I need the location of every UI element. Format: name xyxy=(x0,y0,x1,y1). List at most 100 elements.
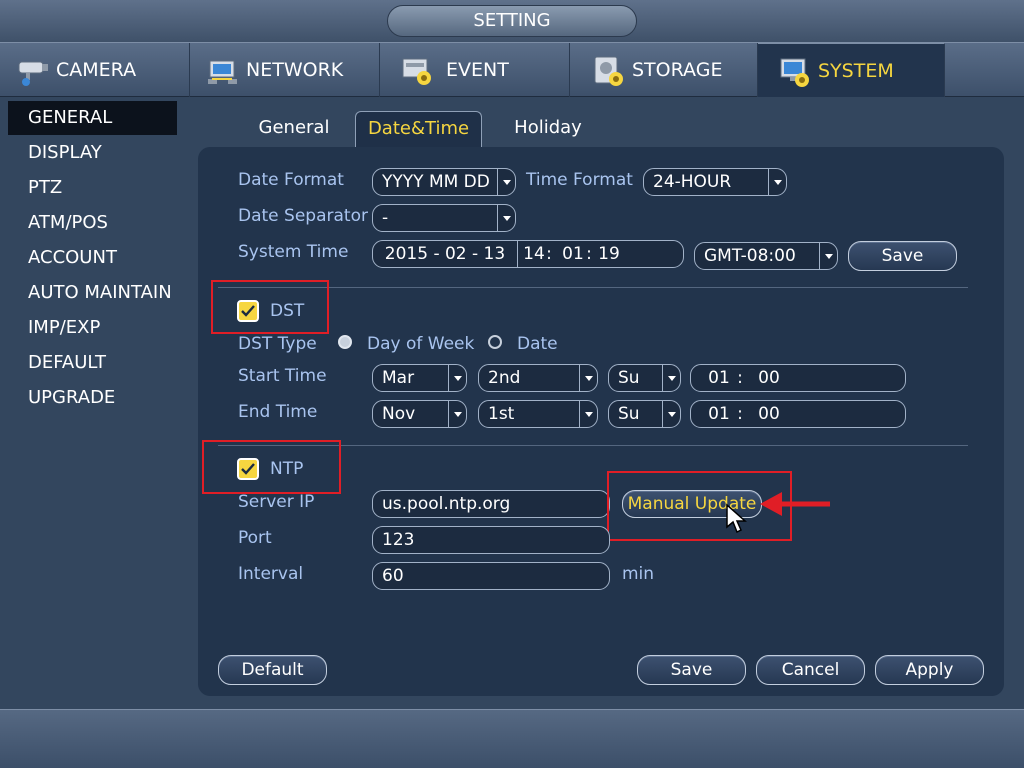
time-colon: : xyxy=(737,404,743,424)
system-time-input[interactable]: 2015 - 02 - 13 14 : 01 : 19 xyxy=(372,240,684,268)
sidebar-item-account[interactable]: ACCOUNT xyxy=(8,241,177,275)
tab-date-time[interactable]: Date&Time xyxy=(355,111,482,147)
end-hour-value: 01 xyxy=(708,404,730,424)
date-format-label: Date Format xyxy=(238,170,344,190)
tab-event-label: EVENT xyxy=(446,59,509,81)
ntp-checkbox[interactable] xyxy=(237,458,259,480)
time-colon: : xyxy=(546,244,552,264)
tab-network-label: NETWORK xyxy=(246,59,344,81)
port-label: Port xyxy=(238,528,272,548)
tab-storage-label: STORAGE xyxy=(632,59,723,81)
sidebar-item-atm-pos[interactable]: ATM/POS xyxy=(8,206,177,240)
sidebar-item-ptz[interactable]: PTZ xyxy=(8,171,177,205)
dst-type-date-radio[interactable] xyxy=(488,335,502,349)
tab-camera-label: CAMERA xyxy=(56,59,137,81)
dst-type-date-label: Date xyxy=(517,334,558,354)
system-date-value: 2015 - 02 - 13 xyxy=(373,241,518,267)
server-ip-input[interactable]: us.pool.ntp.org xyxy=(372,490,610,518)
top-tab-bar: CAMERA NETWORK EVENT STORAGE SYSTEM xyxy=(0,42,1024,97)
time-format-label: Time Format xyxy=(526,170,633,190)
system-time-label: System Time xyxy=(238,242,349,262)
timezone-select[interactable]: GMT-08:00 xyxy=(694,242,838,270)
date-separator-select[interactable]: - xyxy=(372,204,516,232)
sidebar-item-imp-exp[interactable]: IMP/EXP xyxy=(8,311,177,345)
chevron-down-icon xyxy=(662,401,680,427)
bottom-bar xyxy=(0,709,1024,768)
divider xyxy=(218,287,968,288)
end-week-value: 1st xyxy=(488,404,515,424)
checkmark-icon xyxy=(241,463,255,475)
interval-label: Interval xyxy=(238,564,304,584)
sidebar-item-display[interactable]: DISPLAY xyxy=(8,136,177,170)
tab-network[interactable]: NETWORK xyxy=(190,43,380,97)
tab-holiday[interactable]: Holiday xyxy=(500,111,596,147)
date-format-value: YYYY MM DD xyxy=(382,172,490,192)
default-button[interactable]: Default xyxy=(218,655,327,685)
interval-value: 60 xyxy=(382,566,404,586)
save-button[interactable]: Save xyxy=(637,655,746,685)
tab-camera[interactable]: CAMERA xyxy=(0,43,190,97)
date-format-select[interactable]: YYYY MM DD xyxy=(372,168,516,196)
end-time-label: End Time xyxy=(238,402,318,422)
chevron-down-icon xyxy=(662,365,680,391)
time-format-select[interactable]: 24-HOUR xyxy=(643,168,787,196)
sidebar-item-default[interactable]: DEFAULT xyxy=(8,346,177,380)
start-week-select[interactable]: 2nd xyxy=(478,364,598,392)
end-month-value: Nov xyxy=(382,404,416,424)
tab-storage[interactable]: STORAGE xyxy=(570,43,758,97)
date-separator-value: - xyxy=(382,208,389,228)
apply-button[interactable]: Apply xyxy=(875,655,984,685)
tab-system-label: SYSTEM xyxy=(818,59,894,82)
sidebar: GENERAL DISPLAY PTZ ATM/POS ACCOUNT AUTO… xyxy=(0,97,190,709)
tab-system[interactable]: SYSTEM xyxy=(758,43,945,97)
checkmark-icon xyxy=(241,305,255,317)
end-minute-value: 00 xyxy=(758,404,780,424)
chevron-down-icon xyxy=(448,401,466,427)
camera-icon xyxy=(16,53,50,87)
start-month-value: Mar xyxy=(382,368,415,388)
title-bar: SETTING xyxy=(0,0,1024,42)
end-time-input[interactable]: 01 : 00 xyxy=(690,400,906,428)
chevron-down-icon xyxy=(579,401,597,427)
server-ip-value: us.pool.ntp.org xyxy=(382,494,511,514)
sidebar-item-auto-maintain[interactable]: AUTO MAINTAIN xyxy=(8,276,177,310)
system-time-save-button[interactable]: Save xyxy=(848,241,957,271)
start-month-select[interactable]: Mar xyxy=(372,364,467,392)
end-month-select[interactable]: Nov xyxy=(372,400,467,428)
start-day-select[interactable]: Su xyxy=(608,364,681,392)
start-hour-value: 01 xyxy=(708,368,730,388)
time-format-value: 24-HOUR xyxy=(653,172,732,192)
dst-type-week-radio[interactable] xyxy=(338,335,352,349)
time-colon: : xyxy=(737,368,743,388)
chevron-down-icon xyxy=(819,243,837,269)
end-day-select[interactable]: Su xyxy=(608,400,681,428)
interval-input[interactable]: 60 xyxy=(372,562,610,590)
end-week-select[interactable]: 1st xyxy=(478,400,598,428)
tab-general[interactable]: General xyxy=(244,111,344,147)
interval-unit: min xyxy=(622,564,655,584)
dst-type-week-label: Day of Week xyxy=(367,334,475,354)
time-colon: : xyxy=(586,244,592,264)
start-minute-value: 00 xyxy=(758,368,780,388)
event-icon xyxy=(400,53,434,87)
sidebar-item-upgrade[interactable]: UPGRADE xyxy=(8,381,177,415)
date-separator-label: Date Separator xyxy=(238,206,368,226)
storage-icon xyxy=(592,53,626,87)
chevron-down-icon xyxy=(448,365,466,391)
ntp-label: NTP xyxy=(270,459,304,479)
start-week-value: 2nd xyxy=(488,368,521,388)
dst-checkbox[interactable] xyxy=(237,300,259,322)
chevron-down-icon xyxy=(768,169,786,195)
port-input[interactable]: 123 xyxy=(372,526,610,554)
system-icon xyxy=(778,54,812,88)
cancel-button[interactable]: Cancel xyxy=(756,655,865,685)
network-icon xyxy=(206,53,240,87)
system-minute-value: 01 xyxy=(562,244,584,264)
window-title: SETTING xyxy=(387,5,637,37)
tab-event[interactable]: EVENT xyxy=(380,43,570,97)
server-ip-label: Server IP xyxy=(238,492,315,512)
sidebar-item-general[interactable]: GENERAL xyxy=(8,101,177,135)
start-time-input[interactable]: 01 : 00 xyxy=(690,364,906,392)
start-time-label: Start Time xyxy=(238,366,327,386)
start-day-value: Su xyxy=(618,368,640,388)
